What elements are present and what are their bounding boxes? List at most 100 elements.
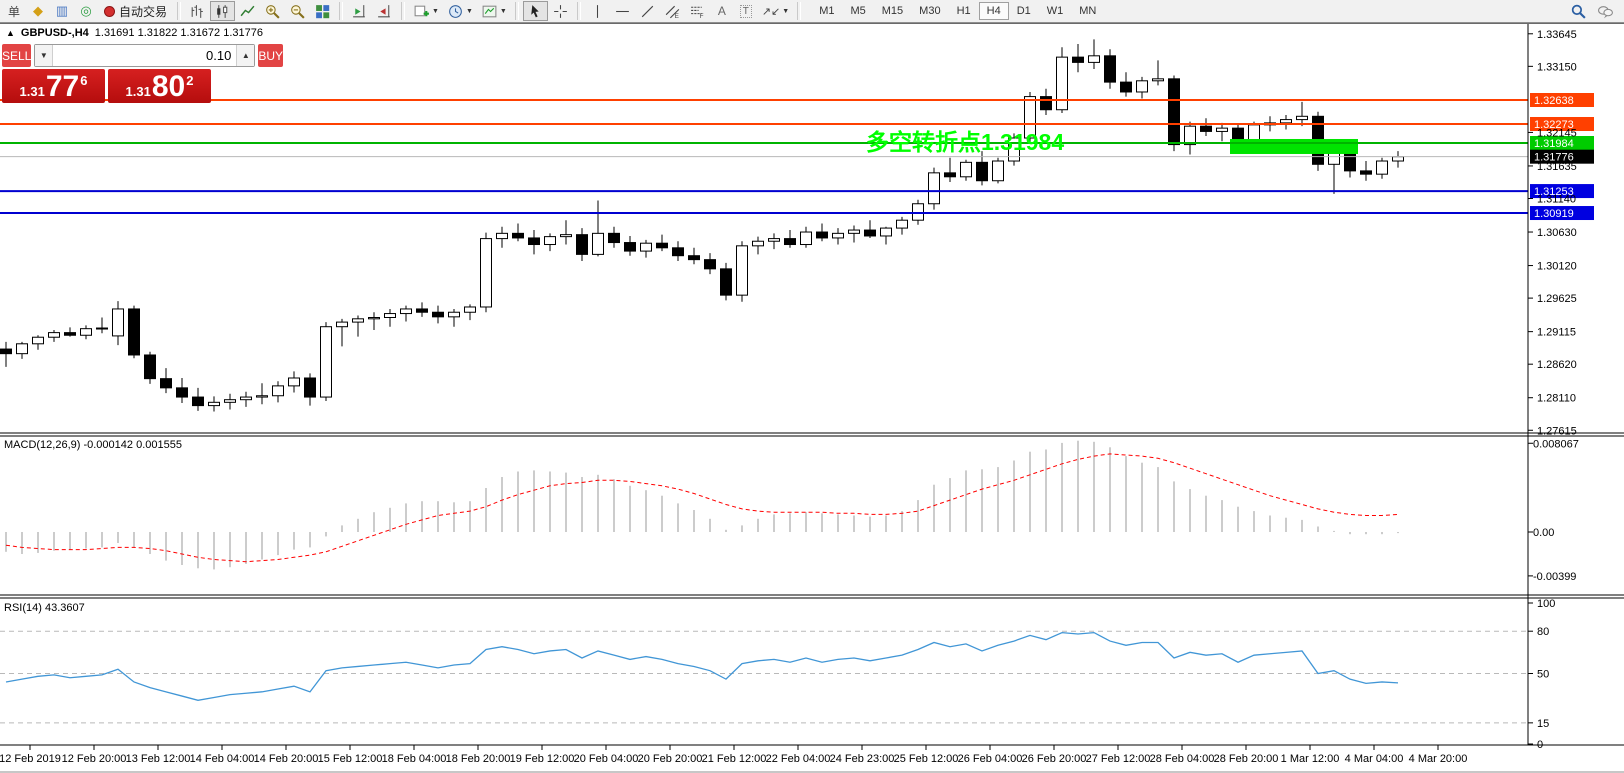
channel-icon: E (665, 5, 680, 19)
chart-shift-button[interactable] (372, 1, 397, 21)
candle-body (608, 232, 620, 244)
search-icon[interactable] (1570, 3, 1587, 20)
chat-icon[interactable] (1597, 3, 1614, 20)
equidistant-channel-button[interactable]: E (660, 1, 685, 21)
candle-body (160, 378, 172, 389)
time-tick-label: 20 Feb 04:00 (574, 753, 639, 765)
candle-body (304, 377, 316, 398)
bar-chart-button[interactable] (185, 1, 210, 21)
candle-body (720, 268, 732, 296)
candle-body (736, 245, 748, 296)
macd-label: MACD(12,26,9) -0.000142 0.001555 (4, 439, 182, 451)
cursor-button[interactable] (522, 1, 548, 21)
templates-button[interactable]: ▼ (477, 1, 511, 21)
price-axis[interactable]: 1.326381.322731.319841.312531.309191.317… (1528, 29, 1594, 751)
arrows-button[interactable]: ↗↙ ▼ (758, 1, 793, 21)
clock-icon (449, 4, 462, 18)
text-icon: A (717, 4, 726, 18)
candle-body (144, 354, 156, 380)
candle-body (1088, 55, 1100, 63)
navigator-button[interactable]: ◎ (74, 1, 98, 21)
zoom-in-icon (266, 4, 280, 19)
buy-button[interactable]: BUY (258, 44, 284, 67)
candle-body (32, 336, 44, 345)
zoom-in-button[interactable] (260, 1, 285, 21)
tile-windows-button[interactable] (310, 1, 335, 21)
sell-button[interactable]: SELL (2, 44, 32, 67)
collapse-triangle-icon[interactable]: ▲ (6, 28, 15, 38)
timeframe-button-H4[interactable]: H4 (978, 2, 1009, 20)
horizontal-line-button[interactable] (610, 1, 635, 21)
rsi-axis-label: 100 (1537, 598, 1555, 610)
rsi-line (5, 631, 1399, 701)
rsi-series (5, 631, 1399, 701)
sell-price-button[interactable]: 1.31 77 6 (2, 69, 105, 103)
candle-body (848, 229, 860, 234)
candle-body (864, 229, 876, 237)
rsi-axis-label: 50 (1537, 669, 1549, 681)
macd-histogram (5, 440, 1399, 570)
time-tick-label: 4 Mar 20:00 (1409, 753, 1468, 765)
tile-windows-icon (316, 4, 330, 18)
annotation[interactable]: 多空转折点1.31984 (866, 129, 1064, 155)
candle-body (448, 311, 460, 318)
candlestick-chart-button[interactable] (210, 1, 236, 21)
time-axis[interactable]: 12 Feb 2019 12 Feb 20:00 13 Feb 12:00 14 Fe… (0, 745, 1467, 765)
price-tick-label: 1.29625 (1537, 293, 1577, 305)
time-tick-label: 14 Feb 04:00 (190, 753, 255, 765)
order-icon-button[interactable]: ◆ (26, 1, 50, 21)
vertical-line-button[interactable] (585, 1, 610, 21)
candle-body (656, 242, 668, 249)
timeframe-button-MN[interactable]: MN (1071, 2, 1104, 20)
autotrading-button[interactable]: 自动交易 (98, 1, 173, 21)
template-icon (482, 5, 497, 17)
candle-body (800, 231, 812, 246)
candle-body (752, 240, 764, 247)
zone[interactable] (1230, 138, 1358, 154)
timeframe-button-M5[interactable]: M5 (842, 2, 873, 20)
time-tick-label: 28 Feb 04:00 (1150, 753, 1215, 765)
candle-body (496, 232, 508, 240)
time-tick-label: 15 Feb 12:00 (318, 753, 383, 765)
text-label-button[interactable]: T (734, 1, 758, 21)
chart-canvas[interactable]: 1.326381.322731.319841.312531.309191.317… (0, 23, 1624, 773)
trade-panel-top-row: SELL ▼ ▲ BUY (2, 44, 284, 67)
chart-annotation-text[interactable]: 多空转折点1.31984 (866, 129, 1064, 155)
candle-body (1296, 115, 1308, 121)
volume-decrease-button[interactable]: ▼ (35, 45, 54, 66)
indicators-icon (414, 5, 429, 16)
timeframe-button-H1[interactable]: H1 (949, 2, 979, 20)
text-button[interactable]: A (710, 1, 734, 21)
timeframe-button-M30[interactable]: M30 (911, 2, 948, 20)
volume-input[interactable] (53, 45, 237, 66)
auto-scroll-icon (353, 4, 365, 17)
crosshair-button[interactable] (548, 1, 573, 21)
price-tick-label: 1.32145 (1537, 127, 1577, 139)
new-order-button[interactable]: 单 (2, 1, 26, 21)
auto-scroll-button[interactable] (347, 1, 372, 21)
market-watch-button[interactable]: ▥ (50, 1, 74, 21)
svg-text:F: F (699, 12, 703, 19)
volume-increase-button[interactable]: ▲ (236, 45, 255, 66)
support-zone-rectangle[interactable] (1230, 138, 1358, 154)
indicators-button[interactable]: ▼ (409, 1, 443, 21)
zoom-out-button[interactable] (285, 1, 310, 21)
price-badge-label: 1.30919 (1534, 208, 1574, 220)
periods-button[interactable]: ▼ (443, 1, 477, 21)
timeframe-button-M1[interactable]: M1 (811, 2, 842, 20)
fibonacci-button[interactable]: F (685, 1, 710, 21)
timeframe-button-W1[interactable]: W1 (1039, 2, 1072, 20)
candle-body (384, 313, 396, 319)
trendline-button[interactable] (635, 1, 660, 21)
candle-body (1392, 156, 1404, 162)
rsi-level-lines (0, 630, 1528, 724)
text-label-icon: T (739, 4, 752, 18)
line-chart-button[interactable] (235, 1, 260, 21)
candle-body (416, 308, 428, 313)
candle-body (704, 259, 716, 270)
timeframe-button-M15[interactable]: M15 (874, 2, 911, 20)
timeframe-button-D1[interactable]: D1 (1009, 2, 1039, 20)
buy-price-button[interactable]: 1.31 80 2 (108, 69, 211, 103)
toolbar-separator (797, 2, 802, 20)
candle-body (432, 311, 444, 318)
